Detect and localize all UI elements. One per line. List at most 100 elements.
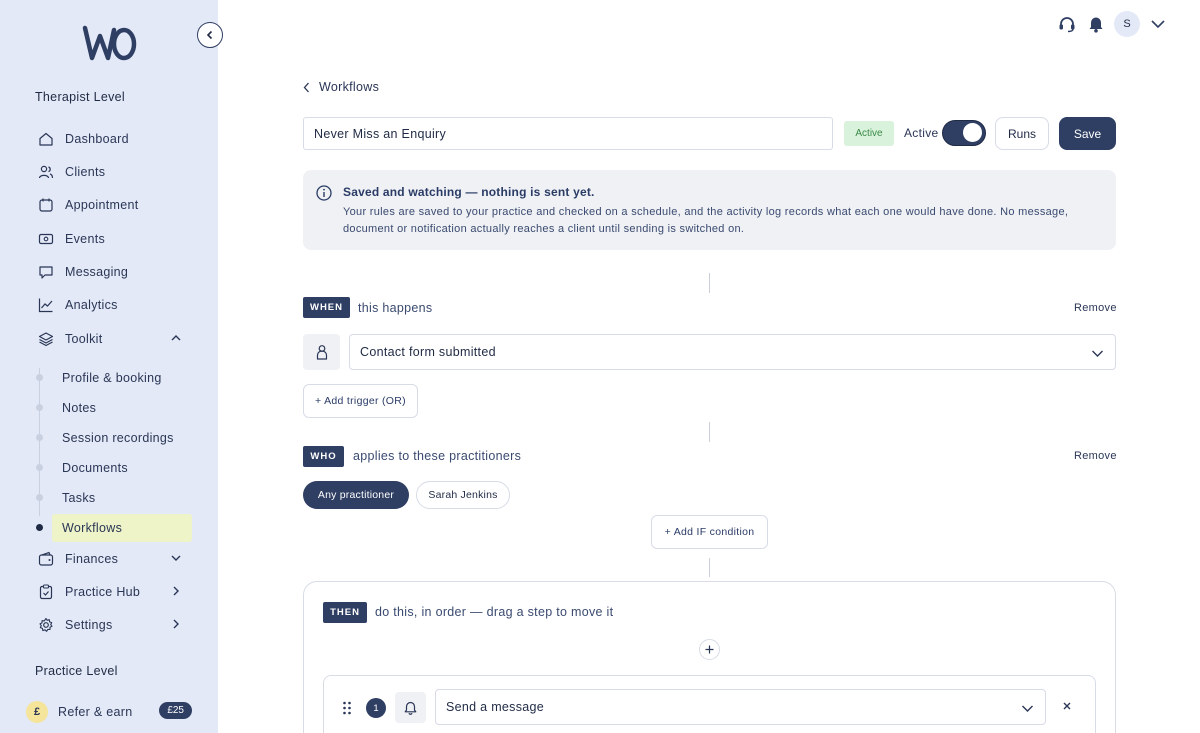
user-avatar[interactable]: S (1114, 11, 1140, 37)
breadcrumb-workflows[interactable]: Workflows (319, 80, 379, 94)
home-icon (38, 131, 54, 147)
step-action-select[interactable]: Send a message (435, 689, 1046, 725)
when-remove-button[interactable]: Remove (1074, 302, 1117, 314)
chip-any-practitioner[interactable]: Any practitioner (303, 481, 409, 509)
ticket-icon (38, 231, 54, 247)
sidebar-subitem-profile-booking[interactable]: Profile & booking (52, 364, 192, 392)
sidebar-subitem-notes[interactable]: Notes (52, 394, 192, 422)
users-icon (38, 164, 54, 180)
submenu-dot (36, 434, 43, 441)
sidebar-item-label: Settings (65, 618, 113, 632)
drag-handle-icon[interactable] (342, 701, 352, 715)
add-trigger-button[interactable]: + Add trigger (OR) (303, 384, 418, 418)
connector-line (709, 273, 710, 293)
sidebar-item-label: Events (65, 232, 106, 246)
refer-and-earn-link[interactable]: £ Refer & earn £25 (26, 700, 196, 724)
sidebar-item-dashboard[interactable]: Dashboard (38, 128, 188, 150)
runs-button[interactable]: Runs (995, 117, 1049, 150)
submenu-dot (36, 404, 43, 411)
when-tag: WHEN (303, 297, 350, 318)
sidebar-item-appointment[interactable]: Appointment (38, 194, 188, 216)
chevron-up-icon (171, 335, 181, 341)
add-if-condition-button[interactable]: + Add IF condition (651, 515, 768, 549)
sidebar-collapse-button[interactable] (197, 22, 223, 48)
sidebar-item-settings[interactable]: Settings (38, 614, 188, 636)
therapist-level-label: Therapist Level (35, 90, 125, 104)
practice-level-label: Practice Level (35, 664, 118, 678)
when-description: this happens (358, 301, 433, 315)
save-button[interactable]: Save (1059, 117, 1116, 150)
sidebar-item-label: Analytics (65, 298, 118, 312)
refer-label: Refer & earn (58, 705, 133, 719)
add-step-button[interactable] (699, 639, 720, 660)
chevron-right-icon (173, 619, 179, 629)
who-description: applies to these practitioners (353, 449, 522, 463)
wallet-icon (38, 551, 54, 567)
connector-line (709, 558, 710, 577)
sidebar-subitem-workflows[interactable]: Workflows (52, 514, 192, 542)
connector-line (709, 422, 710, 442)
notice-title: Saved and watching — nothing is sent yet… (343, 185, 595, 199)
plus-icon (705, 645, 714, 654)
sidebar-item-label: Dashboard (65, 132, 129, 146)
trigger-value: Contact form submitted (360, 345, 496, 359)
bell-icon (404, 701, 417, 715)
calendar-icon (38, 197, 54, 213)
chart-icon (38, 297, 54, 313)
sidebar-item-finances[interactable]: Finances (38, 548, 188, 570)
who-tag: WHO (303, 446, 344, 467)
sidebar-item-clients[interactable]: Clients (38, 161, 188, 183)
close-icon[interactable] (1062, 701, 1072, 711)
info-notice: Saved and watching — nothing is sent yet… (303, 170, 1116, 250)
submenu-dot (36, 374, 43, 381)
sidebar-item-events[interactable]: Events (38, 228, 188, 250)
sidebar-item-label: Appointment (65, 198, 139, 212)
clipboard-icon (38, 584, 54, 600)
sidebar-item-label: Toolkit (65, 332, 103, 346)
layers-icon (38, 331, 54, 347)
chevron-down-icon (1022, 705, 1033, 712)
pound-icon: £ (26, 701, 48, 723)
sidebar-item-label: Practice Hub (65, 585, 141, 599)
step-icon-box (395, 692, 426, 723)
step-number: 1 (366, 698, 386, 718)
then-tag: THEN (323, 602, 367, 623)
notice-body: Your rules are saved to your practice an… (343, 206, 1069, 235)
sidebar-item-label: Messaging (65, 265, 129, 279)
who-remove-button[interactable]: Remove (1074, 450, 1117, 462)
sidebar-item-toolkit[interactable]: Toolkit (38, 328, 188, 350)
sidebar-item-label: Clients (65, 165, 106, 179)
headset-icon[interactable] (1058, 15, 1076, 33)
active-toggle[interactable] (942, 120, 986, 146)
gear-icon (38, 617, 54, 633)
active-toggle-label: Active (904, 126, 939, 140)
chevron-right-icon (173, 586, 179, 596)
chat-icon (38, 264, 54, 280)
chip-sarah-jenkins[interactable]: Sarah Jenkins (416, 481, 510, 509)
sidebar: Therapist Level Dashboard Clients Appoin… (0, 0, 218, 733)
bell-icon[interactable] (1088, 15, 1104, 33)
submenu-dot-active (36, 524, 43, 531)
workflow-name-input[interactable] (303, 117, 833, 150)
toggle-knob (963, 123, 982, 142)
chevron-left-icon (206, 30, 213, 40)
chevron-left-icon (303, 82, 309, 92)
trigger-select[interactable]: Contact form submitted (349, 334, 1116, 370)
submenu-dot (36, 464, 43, 471)
chevron-down-icon[interactable] (1150, 16, 1166, 32)
sidebar-item-label: Finances (65, 552, 119, 566)
refer-reward-badge: £25 (159, 702, 192, 719)
sidebar-item-messaging[interactable]: Messaging (38, 261, 188, 283)
status-badge: Active (844, 121, 894, 146)
sidebar-subitem-session-recordings[interactable]: Session recordings (52, 424, 192, 452)
header-actions: S (1058, 11, 1166, 37)
sidebar-subitem-tasks[interactable]: Tasks (52, 484, 192, 512)
sidebar-subitem-documents[interactable]: Documents (52, 454, 192, 482)
sidebar-item-practice-hub[interactable]: Practice Hub (38, 581, 188, 603)
step-action-value: Send a message (446, 700, 545, 714)
wo-logo[interactable] (82, 22, 138, 64)
submenu-dot (36, 494, 43, 501)
breadcrumb[interactable]: Workflows (303, 80, 379, 94)
info-icon (316, 185, 332, 201)
sidebar-item-analytics[interactable]: Analytics (38, 294, 188, 316)
